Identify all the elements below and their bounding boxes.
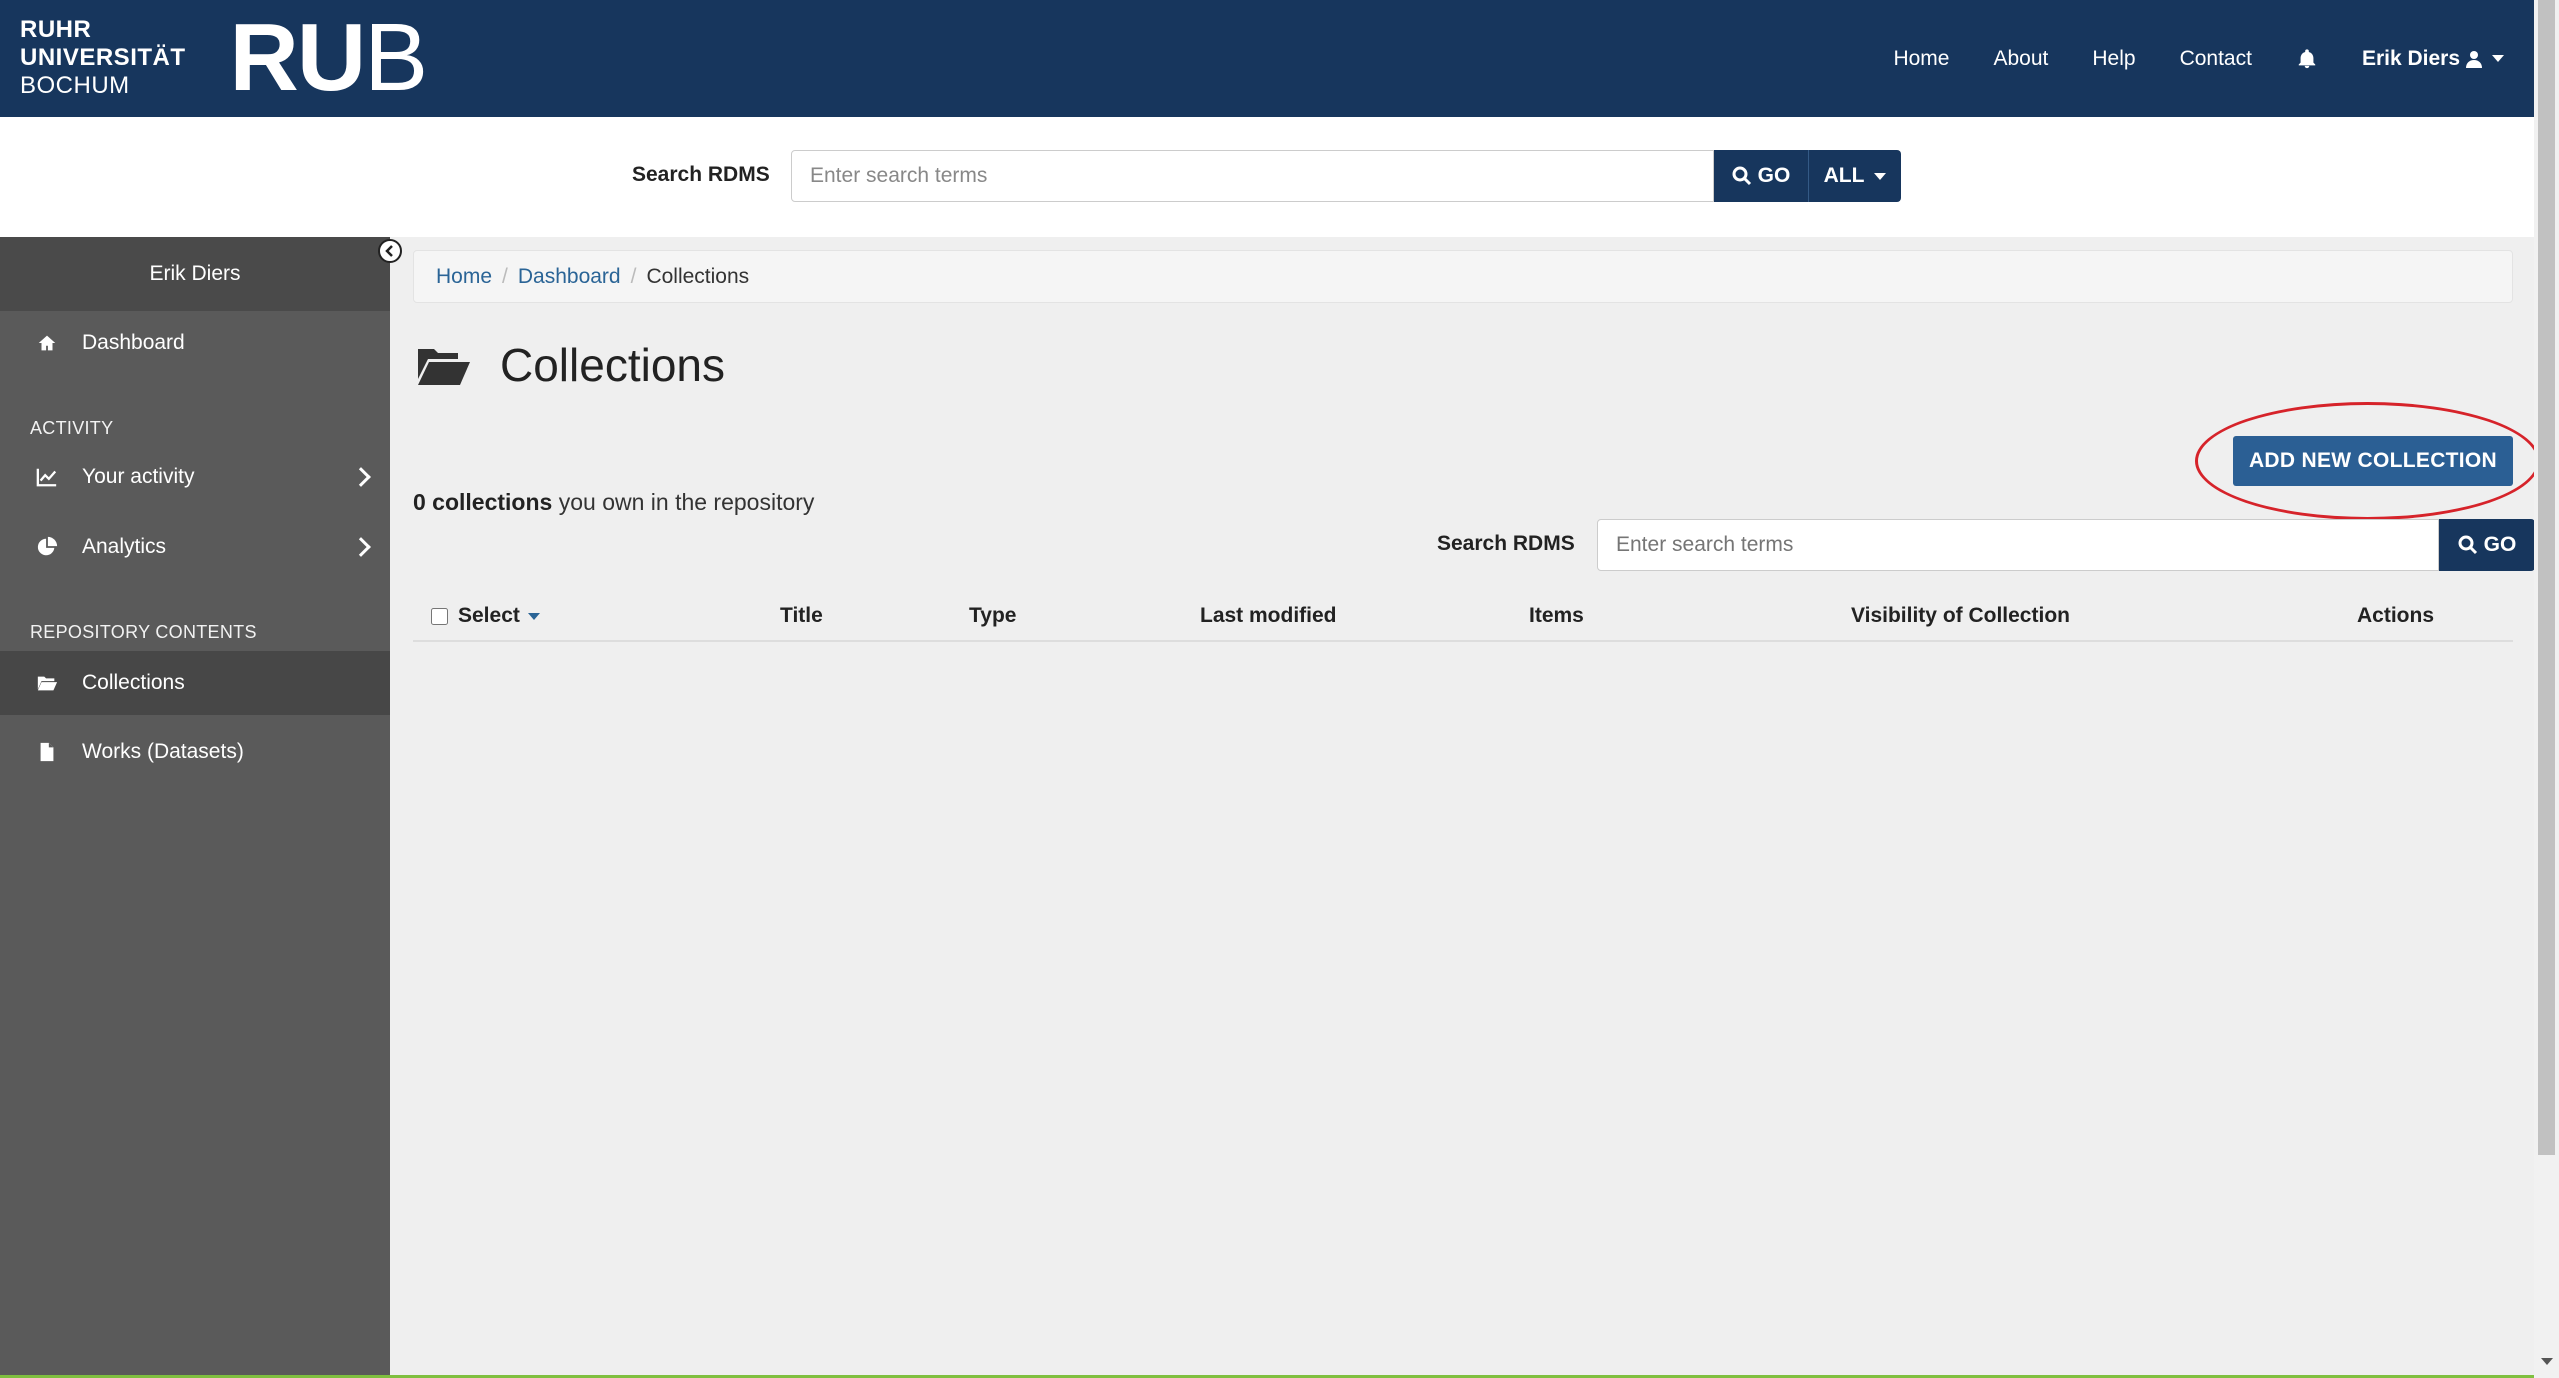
- sidebar-item-label: Dashboard: [82, 331, 185, 354]
- folder-open-icon: [418, 349, 470, 385]
- rub-logo[interactable]: RUHR UNIVERSITÄT BOCHUM RUB: [20, 10, 429, 106]
- sidebar-item-works[interactable]: Works (Datasets): [0, 720, 390, 784]
- sidebar-section-activity: ACTIVITY: [30, 418, 114, 438]
- logo-mark: RUB: [230, 10, 429, 106]
- sidebar-item-dashboard[interactable]: Dashboard: [0, 311, 390, 375]
- select-all-checkbox[interactable]: [431, 607, 448, 625]
- column-select-label: Select: [458, 604, 520, 627]
- chevron-left-icon: [385, 245, 393, 257]
- collections-table-header: Select Title Type Last modified Items Vi…: [413, 592, 2513, 642]
- column-last-modified: Last modified: [1200, 604, 1337, 627]
- scroll-down-arrow-icon[interactable]: [2541, 1358, 2553, 1365]
- search-icon: [1732, 166, 1751, 186]
- breadcrumb: Home / Dashboard / Collections: [413, 250, 2513, 303]
- search-scope-dropdown[interactable]: ALL: [1808, 150, 1901, 202]
- breadcrumb-separator: /: [502, 264, 508, 288]
- sidebar-user-name: Erik Diers: [0, 237, 390, 311]
- nav-help-link[interactable]: Help: [2092, 47, 2135, 71]
- breadcrumb-home-link[interactable]: Home: [436, 265, 492, 289]
- chevron-down-icon[interactable]: [527, 612, 540, 620]
- top-navbar: RUHR UNIVERSITÄT BOCHUM RUB Home About H…: [0, 0, 2534, 117]
- nav-home-link[interactable]: Home: [1893, 47, 1949, 71]
- search-icon: [2458, 535, 2477, 555]
- user-icon: [2466, 50, 2482, 68]
- user-menu[interactable]: Erik Diers: [2362, 47, 2504, 71]
- breadcrumb-current: Collections: [646, 264, 750, 288]
- chevron-down-icon: [1874, 172, 1887, 180]
- scrollbar-thumb[interactable]: [2538, 0, 2555, 1155]
- add-new-collection-button[interactable]: ADD NEW COLLECTION: [2233, 436, 2513, 486]
- pie-chart-icon: [37, 536, 58, 556]
- select-all-column[interactable]: Select: [431, 592, 540, 640]
- sidebar-section-repository: REPOSITORY CONTENTS: [30, 622, 257, 642]
- chevron-right-icon: [351, 537, 371, 557]
- sidebar-item-label: Collections: [82, 671, 185, 694]
- header-search-go-label: GO: [1757, 164, 1791, 187]
- main-content: [390, 237, 2534, 1378]
- chevron-down-icon: [2492, 55, 2504, 62]
- header-search-label: Search RDMS: [632, 163, 770, 186]
- column-type: Type: [969, 604, 1017, 627]
- collection-count-number: 0 collections: [413, 489, 553, 515]
- header-search-input[interactable]: [791, 150, 1714, 202]
- header-search-go-button[interactable]: GO: [1714, 150, 1808, 202]
- collection-count-text: you own in the repository: [552, 489, 815, 515]
- sidebar-item-label: Analytics: [82, 535, 167, 558]
- sidebar-collapse-toggle[interactable]: [378, 239, 402, 263]
- nav-links: Home About Help Contact Erik Diers: [1849, 0, 2504, 117]
- collection-search-go-label: GO: [2483, 533, 2517, 556]
- folder-open-icon: [37, 676, 58, 691]
- logo-mark-light: B: [364, 4, 428, 111]
- chevron-right-icon: [351, 467, 371, 487]
- breadcrumb-dashboard-link[interactable]: Dashboard: [518, 265, 621, 289]
- nav-about-link[interactable]: About: [1993, 47, 2048, 71]
- column-visibility: Visibility of Collection: [1851, 604, 2070, 627]
- logo-wordmark: RUHR UNIVERSITÄT BOCHUM: [20, 16, 186, 100]
- sidebar-item-your-activity[interactable]: Your activity: [0, 445, 390, 509]
- sidebar: Erik Diers Dashboard ACTIVITY Your activ…: [0, 237, 390, 1378]
- collection-search-input[interactable]: [1597, 519, 2439, 571]
- search-scope-label: ALL: [1823, 164, 1865, 187]
- line-chart-icon: [36, 468, 57, 487]
- logo-line-3: BOCHUM: [20, 72, 130, 99]
- column-items: Items: [1529, 604, 1584, 627]
- user-menu-name: Erik Diers: [2361, 46, 2460, 70]
- bell-icon[interactable]: [2296, 48, 2318, 70]
- sidebar-item-label: Works (Datasets): [82, 740, 244, 763]
- page-title-text: Collections: [500, 339, 725, 391]
- page-title: Collections: [418, 338, 725, 392]
- logo-mark-bold: RU: [229, 4, 367, 111]
- column-actions: Actions: [2357, 604, 2435, 627]
- file-icon: [40, 742, 54, 762]
- logo-line-1: RUHR: [20, 16, 92, 43]
- logo-line-2: UNIVERSITÄT: [20, 44, 186, 71]
- collection-search-label: Search RDMS: [1437, 532, 1575, 555]
- sidebar-item-analytics[interactable]: Analytics: [0, 515, 390, 579]
- column-title: Title: [780, 604, 823, 627]
- sidebar-item-label: Your activity: [82, 465, 195, 488]
- collection-count: 0 collections you own in the repository: [413, 489, 814, 516]
- nav-contact-link[interactable]: Contact: [2180, 47, 2252, 71]
- sidebar-item-collections[interactable]: Collections: [0, 651, 390, 715]
- home-icon: [38, 335, 56, 351]
- breadcrumb-separator: /: [630, 264, 637, 288]
- page-scrollbar[interactable]: [2534, 0, 2559, 1378]
- collection-search-go-button[interactable]: GO: [2439, 519, 2535, 571]
